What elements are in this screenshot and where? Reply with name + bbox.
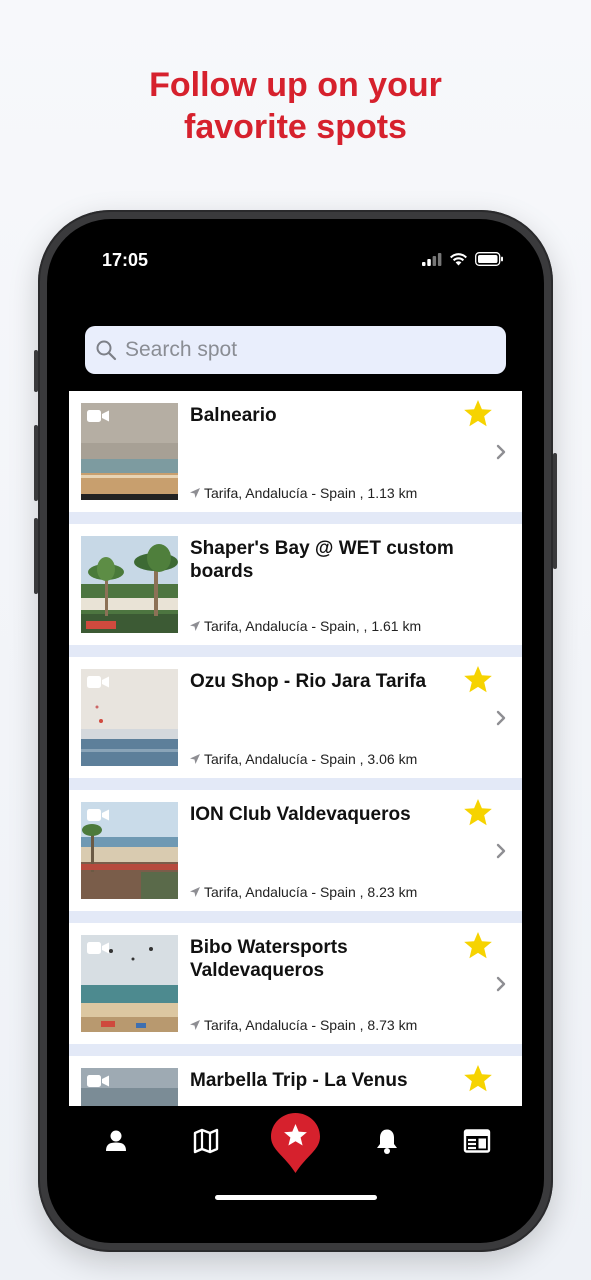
signal-icon xyxy=(422,252,442,266)
status-icons xyxy=(422,252,504,266)
spot-list[interactable]: Balneario Tarifa, Andalucía - Spain , 1.… xyxy=(69,391,522,1106)
camera-icon xyxy=(87,676,109,688)
volume-up-button xyxy=(34,425,38,501)
location-arrow-icon xyxy=(190,1020,200,1030)
news-icon[interactable] xyxy=(462,1126,492,1156)
spot-card[interactable]: Balneario Tarifa, Andalucía - Spain , 1.… xyxy=(69,391,522,512)
favorite-star-icon[interactable] xyxy=(463,665,493,694)
spot-location: Tarifa, Andalucía - Spain , 1.13 km xyxy=(190,485,417,501)
favorite-star-icon[interactable] xyxy=(463,399,493,428)
spot-thumbnail xyxy=(81,669,178,766)
power-button xyxy=(553,453,557,569)
spot-location-text: Tarifa, Andalucía - Spain, , 1.61 km xyxy=(204,618,422,634)
spot-location-text: Tarifa, Andalucía - Spain , 8.23 km xyxy=(204,884,418,900)
volume-down-button xyxy=(34,518,38,594)
spot-thumbnail xyxy=(81,802,178,899)
spot-location: Tarifa, Andalucía - Spain , 8.73 km xyxy=(190,1017,417,1033)
spot-thumbnail xyxy=(81,536,178,633)
bell-icon[interactable] xyxy=(372,1126,402,1156)
wifi-icon xyxy=(450,253,467,266)
location-arrow-icon xyxy=(190,621,200,631)
favorite-star-icon[interactable] xyxy=(463,798,493,827)
map-icon[interactable] xyxy=(191,1126,221,1156)
camera-icon xyxy=(87,942,109,954)
headline-line-2: favorite spots xyxy=(184,108,407,146)
spot-location-text: Tarifa, Andalucía - Spain , 1.13 km xyxy=(204,485,418,501)
spot-title: Marbella Trip - La Venus xyxy=(190,1070,408,1091)
search-bar[interactable] xyxy=(85,326,506,374)
phone-frame: 17:05 Search spot Balneario Tarifa, Anda… xyxy=(34,210,557,1252)
spot-card[interactable]: Shaper's Bay @ WET custom boards Tarifa,… xyxy=(69,524,522,645)
spot-title: Bibo Watersports Valdevaqueros xyxy=(190,937,348,981)
camera-icon xyxy=(87,410,109,422)
spot-title: Shaper's Bay @ WET custom boards xyxy=(190,538,454,582)
chevron-right-icon[interactable] xyxy=(496,976,506,992)
search-icon xyxy=(96,340,117,361)
chevron-right-icon[interactable] xyxy=(496,710,506,726)
favorite-star-icon[interactable] xyxy=(463,931,493,960)
home-indicator[interactable] xyxy=(215,1195,377,1200)
spot-title: Ozu Shop - Rio Jara Tarifa xyxy=(190,671,427,692)
spot-location-text: Tarifa, Andalucía - Spain , 3.06 km xyxy=(204,751,418,767)
spot-location: Tarifa, Andalucía - Spain , 3.06 km xyxy=(190,751,417,767)
location-arrow-icon xyxy=(190,488,200,498)
spot-thumbnail xyxy=(81,403,178,500)
spot-card[interactable]: ION Club Valdevaqueros Tarifa, Andalucía… xyxy=(69,790,522,911)
spot-location: Tarifa, Andalucía - Spain, , 1.61 km xyxy=(190,618,421,634)
spot-location: Tarifa, Andalucía - Spain , 8.23 km xyxy=(190,884,417,900)
status-time: 17:05 xyxy=(102,250,149,270)
mute-switch xyxy=(34,350,38,392)
tab-bar xyxy=(69,1106,522,1221)
camera-icon xyxy=(87,1075,109,1087)
location-arrow-icon xyxy=(190,887,200,897)
search-input[interactable] xyxy=(123,337,487,363)
headline-line-1: Follow up on your xyxy=(149,66,442,104)
spot-title: ION Club Valdevaqueros xyxy=(190,804,411,825)
location-arrow-icon xyxy=(190,754,200,764)
headline: Follow up on your favorite spots xyxy=(0,64,591,148)
battery-icon xyxy=(475,252,503,266)
favorites-star-icon[interactable] xyxy=(270,1112,321,1174)
spot-card[interactable]: Bibo Watersports Valdevaqueros Tarifa, A… xyxy=(69,923,522,1044)
camera-icon xyxy=(87,809,109,821)
spot-title: Balneario xyxy=(190,405,277,426)
user-icon[interactable] xyxy=(101,1126,131,1156)
chevron-right-icon[interactable] xyxy=(496,444,506,460)
spot-thumbnail xyxy=(81,935,178,1032)
spot-card[interactable]: Marbella Trip - La Venus xyxy=(69,1056,522,1106)
app-screen: 17:05 Search spot Balneario Tarifa, Anda… xyxy=(69,241,522,1221)
favorite-star-icon[interactable] xyxy=(463,1064,493,1093)
spot-thumbnail xyxy=(81,1068,178,1106)
spot-card[interactable]: Ozu Shop - Rio Jara Tarifa Tarifa, Andal… xyxy=(69,657,522,778)
status-bar: 17:05 xyxy=(69,241,522,285)
chevron-right-icon[interactable] xyxy=(496,843,506,859)
spot-location-text: Tarifa, Andalucía - Spain , 8.73 km xyxy=(204,1017,418,1033)
